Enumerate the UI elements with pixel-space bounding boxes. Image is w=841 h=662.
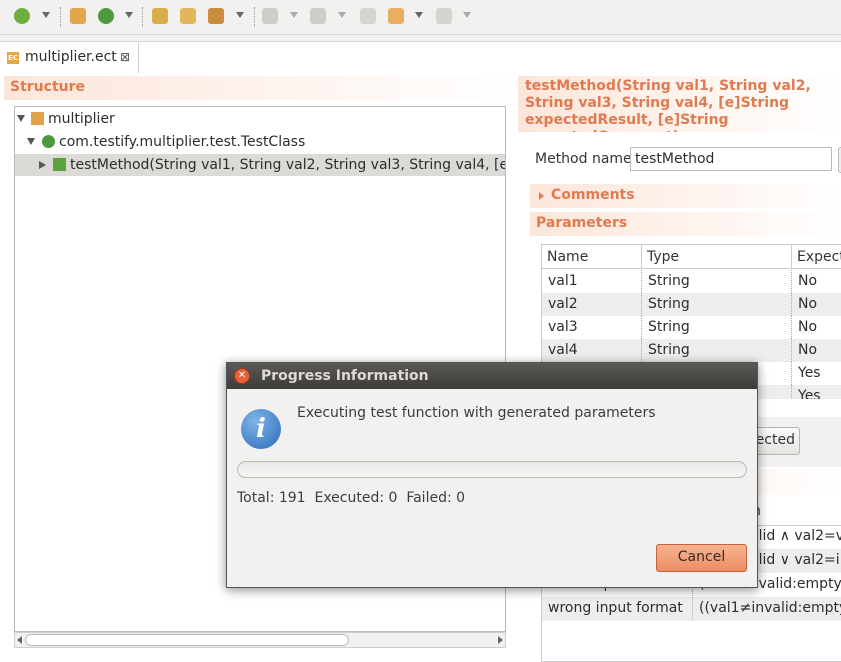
progress-status: Total: 191 Executed: 0 Failed: 0 <box>237 490 466 506</box>
scrollbar-thumb[interactable] <box>25 634 349 646</box>
param-expected-cell[interactable]: No <box>792 270 841 293</box>
toolbar-separator <box>142 7 144 27</box>
toolbar-separator <box>60 7 62 27</box>
forward-icon[interactable] <box>436 8 452 24</box>
expand-icon[interactable] <box>39 161 46 169</box>
dialog-titlebar[interactable]: ✕ Progress Information <box>227 363 757 389</box>
constraint-expression: alid ∨ val2=i <box>750 552 840 568</box>
scroll-right-icon[interactable] <box>498 636 503 644</box>
new-test-icon[interactable] <box>98 8 114 24</box>
run-dropdown-icon[interactable] <box>42 12 50 18</box>
dialog-title: Progress Information <box>261 368 429 384</box>
param-name-cell[interactable]: val3 <box>542 316 642 339</box>
constraint-row[interactable]: wrong input format ((val1≠invalid:empty … <box>542 597 841 621</box>
structure-title: Structure <box>10 79 86 95</box>
table-row[interactable]: val4 String No <box>542 339 841 362</box>
column-header-type[interactable]: Type <box>642 245 792 269</box>
next-annotation-dropdown-icon[interactable] <box>290 12 298 18</box>
table-row[interactable]: val1 String No <box>542 270 841 293</box>
previous-annotation-icon[interactable] <box>310 8 326 24</box>
new-dropdown-icon[interactable] <box>125 12 133 18</box>
next-annotation-icon[interactable] <box>262 8 278 24</box>
tree-item-model[interactable]: multiplier <box>15 108 505 130</box>
model-icon <box>31 112 44 125</box>
tree-item-label: testMethod(String val1, String val2, Str… <box>70 157 505 173</box>
close-icon[interactable]: ✕ <box>234 368 250 384</box>
column-header-name[interactable]: Name <box>542 245 642 269</box>
expand-icon[interactable] <box>539 192 544 200</box>
back-icon[interactable] <box>388 8 404 24</box>
scroll-left-icon[interactable] <box>17 636 22 644</box>
back-dropdown-icon[interactable] <box>415 12 423 18</box>
constraint-name: wrong input format <box>548 600 683 616</box>
param-name-cell[interactable]: val1 <box>542 270 642 293</box>
close-icon[interactable]: ⊠ <box>120 50 130 64</box>
new-class-icon[interactable] <box>70 8 86 24</box>
param-expected-cell[interactable]: Yes <box>792 362 841 385</box>
editor-tab[interactable]: EC multiplier.ect ⊠ <box>0 43 139 73</box>
cancel-button[interactable]: Cancel <box>656 544 747 572</box>
marker-icon[interactable] <box>208 8 224 24</box>
method-icon <box>53 158 66 171</box>
class-icon <box>42 135 55 148</box>
param-expected-cell[interactable]: No <box>792 293 841 316</box>
forward-dropdown-icon[interactable] <box>463 12 471 18</box>
editor-tab-label: multiplier.ect <box>25 49 117 65</box>
ect-file-icon: EC <box>7 52 19 64</box>
param-type-cell[interactable]: String <box>642 316 792 339</box>
parameters-section-header: Parameters <box>530 212 841 236</box>
tree-item-method[interactable]: testMethod(String val1, String val2, Str… <box>15 154 505 176</box>
tree-item-label: multiplier <box>48 111 115 127</box>
method-name-label: Method name <box>535 151 632 167</box>
tree-item-label: com.testify.multiplier.test.TestClass <box>59 134 306 150</box>
constraint-expression: alid ∧ val2=va <box>750 528 841 544</box>
param-name-cell[interactable]: val4 <box>542 339 642 362</box>
table-row[interactable]: val2 String No <box>542 293 841 316</box>
param-expected-cell[interactable]: Yes <box>792 385 841 399</box>
param-expected-cell[interactable]: No <box>792 339 841 362</box>
method-name-field[interactable] <box>630 147 832 171</box>
param-type-cell[interactable]: String <box>642 339 792 362</box>
details-title: testMethod(String val1, String val2, Str… <box>525 78 811 132</box>
progress-dialog: ✕ Progress Information i Executing test … <box>226 362 758 588</box>
constraint-expression: ((val1≠invalid:empty ∧ <box>692 597 841 620</box>
param-type-cell[interactable]: String <box>642 270 792 293</box>
tree-horizontal-scrollbar[interactable] <box>14 632 506 648</box>
parameters-label: Parameters <box>536 215 628 231</box>
comments-label: Comments <box>551 187 635 203</box>
run-icon[interactable] <box>14 8 30 24</box>
table-row[interactable]: val3 String No <box>542 316 841 339</box>
param-type-cell[interactable]: String <box>642 293 792 316</box>
param-expected-cell[interactable]: No <box>792 316 841 339</box>
toolbar-separator <box>254 7 256 27</box>
info-icon: i <box>241 409 281 449</box>
dialog-message: Executing test function with generated p… <box>297 405 656 421</box>
open-folder-icon[interactable] <box>180 8 196 24</box>
progress-bar <box>237 461 747 478</box>
collapse-icon[interactable] <box>17 115 25 122</box>
comments-section[interactable]: Comments <box>530 184 841 208</box>
last-edit-icon[interactable] <box>360 8 376 24</box>
previous-annotation-dropdown-icon[interactable] <box>338 12 346 18</box>
tree-item-class[interactable]: com.testify.multiplier.test.TestClass <box>15 131 505 153</box>
param-name-cell[interactable]: val2 <box>542 293 642 316</box>
collapse-icon[interactable] <box>27 138 35 145</box>
marker-dropdown-icon[interactable] <box>236 12 244 18</box>
column-header-expected[interactable]: Expected <box>792 245 841 269</box>
open-type-icon[interactable] <box>152 8 168 24</box>
main-toolbar <box>0 0 841 35</box>
